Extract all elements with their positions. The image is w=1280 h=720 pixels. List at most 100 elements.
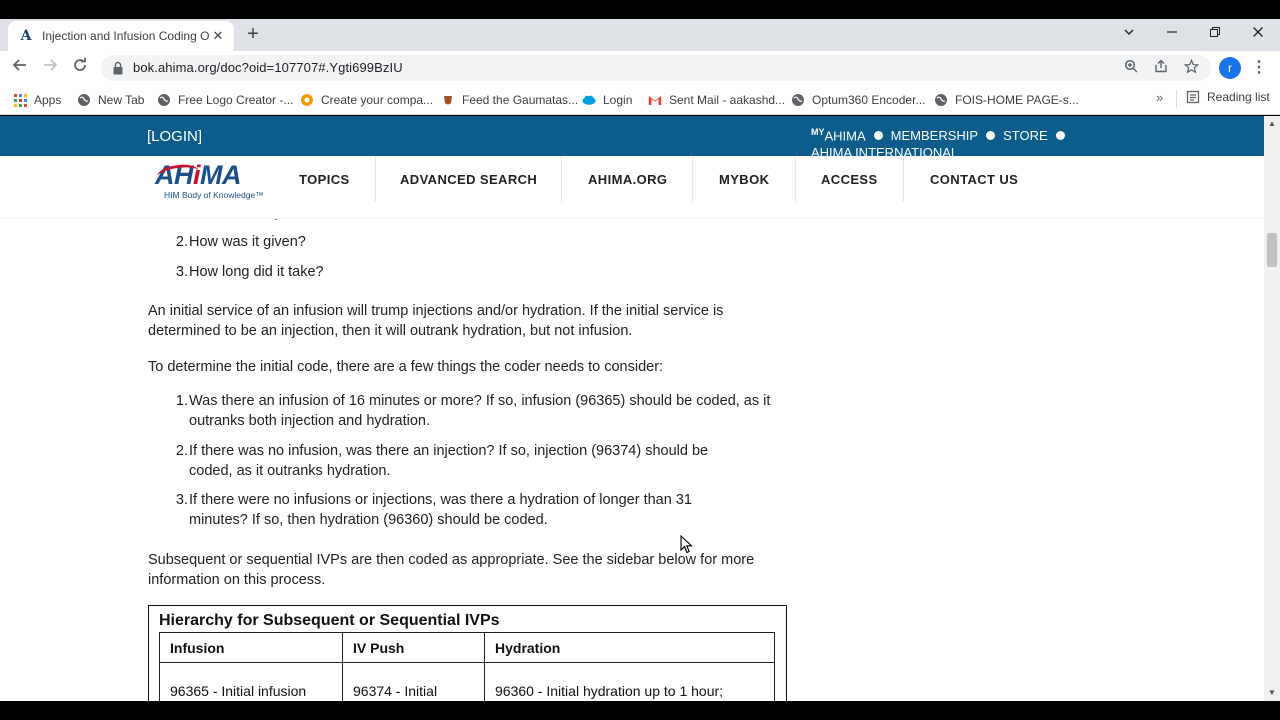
list-text: How long did it take?	[189, 264, 324, 280]
paragraph-initial-service: An initial service of an infusion will t…	[148, 303, 724, 339]
globe-icon	[157, 93, 171, 107]
bookmark-label: Create your compa...	[321, 93, 434, 107]
zoom-icon[interactable]	[1122, 59, 1140, 77]
bookmark-label: Sent Mail - aakashd...	[669, 93, 786, 107]
nav-ahima-org[interactable]: AHIMA.ORG	[588, 172, 667, 187]
store-link[interactable]: STORE	[1003, 128, 1048, 143]
address-bar[interactable]: bok.ahima.org/doc?oid=107707#.Ygti699BzI…	[101, 55, 1211, 81]
bookmark-star-icon[interactable]	[1182, 58, 1200, 77]
globe-icon	[77, 93, 91, 107]
nav-access[interactable]: ACCESS	[821, 172, 878, 187]
close-window-icon[interactable]	[1243, 22, 1273, 44]
list-text: How was it given?	[189, 234, 306, 250]
nav-divider	[561, 156, 562, 202]
bookmark-optum360[interactable]: Optum360 Encoder...	[791, 90, 925, 110]
scrollbar-thumb[interactable]	[1267, 233, 1277, 267]
ahima-international-link[interactable]: AHIMA INTERNATIONAL	[811, 145, 958, 156]
ahima-top-bar: [LOGIN] MYAHIMA MEMBERSHIP STORE AHIMA I…	[0, 116, 1264, 156]
new-tab-button[interactable]: +	[243, 24, 263, 44]
salesforce-cloud-icon	[582, 93, 596, 107]
bookmark-label: New Tab	[98, 93, 145, 107]
table-row: 96365 - Initial infusion 96374 - Initial…	[159, 662, 775, 701]
lock-icon[interactable]	[113, 61, 123, 75]
my-ahima-label: AHIMA	[824, 128, 866, 144]
close-tab-icon[interactable]: ✕	[210, 28, 226, 44]
list-number: 3.	[175, 264, 188, 280]
reading-list-button[interactable]: Reading list	[1186, 90, 1270, 104]
ivp-hierarchy-table: Infusion IV Push Hydration 96365 - Initi…	[159, 632, 775, 701]
browser-toolbar: bok.ahima.org/doc?oid=107707#.Ygti699BzI…	[0, 51, 1280, 85]
restore-window-icon[interactable]	[1200, 22, 1230, 44]
browser-menu-icon[interactable]: ⋮	[1251, 57, 1267, 79]
reload-icon[interactable]	[69, 57, 91, 79]
bookmark-label: FOIS-HOME PAGE-s...	[955, 93, 1079, 107]
gmail-icon	[648, 93, 662, 107]
separator-dot	[873, 130, 883, 140]
share-icon[interactable]	[1152, 59, 1170, 77]
page-viewport[interactable]: 1. What did the patient receive? 2. How …	[0, 116, 1264, 701]
globe-icon	[791, 93, 805, 107]
nav-divider	[375, 156, 376, 202]
screen-letterbox-top	[0, 0, 1280, 19]
bookmark-sent-mail[interactable]: Sent Mail - aakashd...	[648, 90, 785, 110]
bookmarks-divider	[1176, 90, 1177, 108]
minimize-window-icon[interactable]	[1157, 22, 1187, 44]
mouse-cursor-icon	[680, 535, 693, 554]
table-header-row: Infusion IV Push Hydration	[159, 632, 775, 663]
nav-divider	[903, 156, 904, 202]
more-bookmarks-button[interactable]: »	[1156, 90, 1163, 105]
nav-divider	[692, 156, 693, 202]
table-cell: 96360 - Initial hydration up to 1 hour;	[484, 662, 775, 701]
bookmark-new-tab[interactable]: New Tab	[77, 90, 144, 110]
browser-tab-active[interactable]: A Injection and Infusion Coding Of ✕	[8, 21, 234, 51]
nav-mybok[interactable]: MYBOK	[719, 172, 769, 187]
separator-dot	[1055, 130, 1065, 140]
scroll-up-arrow-icon[interactable]: ▲	[1268, 119, 1276, 128]
back-arrow-icon[interactable]	[9, 57, 31, 79]
column-header-iv-push: IV Push	[342, 632, 485, 663]
table-cell: 96365 - Initial infusion	[159, 662, 343, 701]
bookmark-free-logo-creator[interactable]: Free Logo Creator -...	[157, 90, 293, 110]
apps-grid-icon	[13, 93, 27, 107]
main-navigation: AHiMA HIM Body of Knowledge™ TOPICS ADVA…	[0, 156, 1264, 219]
bookmark-create-your-company[interactable]: Create your compa...	[300, 90, 433, 110]
my-prefix: MY	[811, 127, 825, 137]
orange-gear-icon	[300, 93, 314, 107]
chevron-down-icon[interactable]	[1114, 22, 1144, 44]
globe-icon	[934, 93, 948, 107]
page-scrollbar[interactable]: ▲ ▼	[1264, 116, 1280, 701]
forward-arrow-icon[interactable]	[39, 57, 61, 79]
nav-divider	[795, 156, 796, 202]
column-header-hydration: Hydration	[484, 632, 775, 663]
paragraph-subsequent-ivps: Subsequent or sequential IVPs are then c…	[148, 552, 755, 588]
bookmarks-bar: Apps New Tab Free Logo Creator -... Crea…	[0, 85, 1280, 115]
nav-advanced-search[interactable]: ADVANCED SEARCH	[400, 172, 537, 187]
bookmark-feed-the-gaumatas[interactable]: Feed the Gaumatas...	[441, 90, 578, 110]
nav-topics[interactable]: TOPICS	[299, 172, 350, 187]
reading-list-label: Reading list	[1207, 90, 1270, 104]
bookmark-label: Feed the Gaumatas...	[462, 93, 579, 107]
my-ahima-link[interactable]: MYAHIMA	[811, 127, 866, 143]
ahima-favicon-icon: A	[20, 28, 32, 44]
ahima-logo[interactable]: AHiMA HIM Body of Knowledge™	[155, 162, 265, 202]
membership-link[interactable]: MEMBERSHIP	[891, 128, 978, 143]
ahima-utility-links: MYAHIMA MEMBERSHIP STORE	[811, 127, 1073, 143]
profile-avatar[interactable]: r	[1219, 57, 1241, 79]
scroll-down-arrow-icon[interactable]: ▼	[1268, 688, 1276, 697]
nav-contact-us[interactable]: CONTACT US	[930, 172, 1018, 187]
tab-title: Injection and Infusion Coding Of	[42, 29, 210, 43]
list-number: 2.	[175, 234, 188, 250]
list-text: Was there an infusion of 16 minutes or m…	[189, 393, 771, 429]
bookmark-label: Login	[603, 93, 633, 107]
bookmark-apps[interactable]: Apps	[13, 90, 61, 110]
hierarchy-sidebar: Hierarchy for Subsequent or Sequential I…	[148, 605, 787, 701]
bookmark-label: Optum360 Encoder...	[812, 93, 926, 107]
url-text: bok.ahima.org/doc?oid=107707#.Ygti699BzI…	[133, 60, 403, 75]
logo-tagline: HIM Body of Knowledge™	[164, 190, 264, 200]
column-header-infusion: Infusion	[159, 632, 343, 663]
bookmark-fois-home[interactable]: FOIS-HOME PAGE-s...	[934, 90, 1079, 110]
bookmark-login[interactable]: Login	[582, 90, 632, 110]
table-cell: 96374 - Initial	[342, 662, 485, 701]
login-link[interactable]: [LOGIN]	[147, 128, 202, 145]
list-number: 3.	[175, 492, 188, 508]
